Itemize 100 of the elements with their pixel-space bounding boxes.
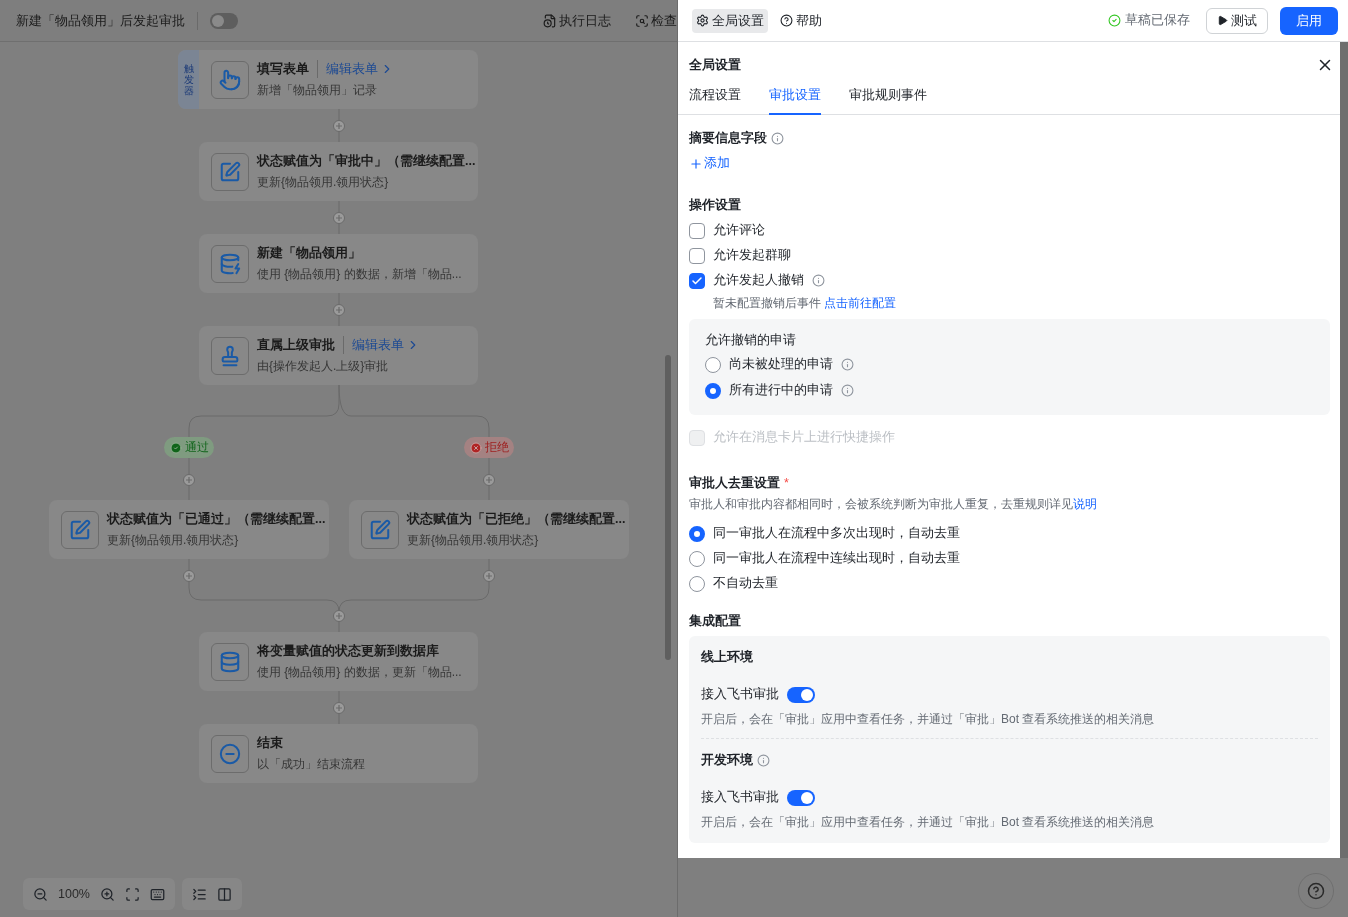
option-label: 允许在消息卡片上进行快捷操作 [713,429,895,446]
edit-form-link[interactable]: 编辑表单 [326,60,394,78]
explanation-link[interactable]: 说明 [1073,497,1097,511]
check-button[interactable]: 检查 [635,11,677,30]
node-title: 新建「物品领用」 [257,244,361,262]
scrollbar[interactable] [665,355,671,660]
flow-node-card[interactable]: 状态赋值为「审批中」（需继续配置... 更新{物品领用.领用状态} [199,142,478,201]
enable-button[interactable]: 启用 [1280,6,1338,35]
edit-variable-icon [69,518,91,541]
log-icon [543,13,557,28]
node-title: 状态赋值为「已通过」（需继续配置... [107,510,326,528]
environment-title: 线上环境 [701,648,753,666]
flow-node-card[interactable]: 状态赋值为「已通过」（需继续配置... 更新{物品领用.领用状态} [49,500,329,559]
edit-variable-icon [369,518,391,541]
radio-button[interactable] [689,525,705,542]
edit-variable-icon [219,160,241,183]
node-title: 将变量赋值的状态更新到数据库 [257,642,439,660]
keyboard-icon[interactable] [150,886,165,902]
setting-label: 接入飞书审批 [701,789,779,806]
info-icon[interactable] [757,753,770,767]
database-icon [219,650,241,673]
approval-toggle[interactable] [787,686,815,703]
add-step-icon[interactable] [183,474,195,486]
panel-icon[interactable] [217,886,232,902]
node-description: 由{操作发起人.上级}审批 [257,358,390,375]
approved-branch-label: 通过 [164,437,214,458]
add-step-icon[interactable] [333,304,345,316]
flow-node-card[interactable]: 直属上级审批 编辑表单 由{操作发起人.上级}审批 [199,326,478,385]
flow-node-card[interactable]: 结束 以「成功」结束流程 [199,724,478,783]
node-description: 以「成功」结束流程 [257,755,365,773]
option-label: 允许评论 [713,222,765,239]
flow-node-card[interactable]: 状态赋值为「已拒绝」（需继续配置... 更新{物品领用.领用状态} [349,500,629,559]
settings-tab[interactable]: 流程设置 [689,80,741,115]
help-tab[interactable]: 帮助 [776,8,826,33]
section-title: 操作设置 [689,196,741,214]
option-label: 尚未被处理的申请 [729,356,833,373]
edit-form-link[interactable]: 编辑表单 [352,336,420,354]
zoom-out-icon[interactable] [33,886,48,902]
checkbox[interactable] [689,272,705,289]
node-description: 新增「物品领用」记录 [257,82,378,99]
info-icon[interactable] [841,384,854,397]
node-title: 状态赋值为「已拒绝」（需继续配置... [407,510,626,528]
collapse-icon[interactable] [192,886,207,902]
execution-log-button[interactable]: 执行日志 [543,11,611,30]
option-label: 允许发起群聊 [713,247,791,264]
end-icon [219,742,241,765]
add-step-icon[interactable] [333,212,345,224]
zoom-level: 100% [58,887,90,901]
add-step-icon[interactable] [333,120,345,132]
node-title: 状态赋值为「审批中」（需继续配置... [257,152,476,170]
node-title: 直属上级审批 [257,336,335,354]
radio-button[interactable] [689,575,705,592]
database-add-icon [219,252,241,275]
plus-icon [689,156,703,171]
settings-tab[interactable]: 审批设置 [769,80,821,115]
settings-tab[interactable]: 审批规则事件 [849,80,927,115]
checkbox[interactable] [689,222,705,239]
add-step-icon[interactable] [483,570,495,582]
rejected-branch-label: 拒绝 [464,437,514,458]
node-description: 更新{物品领用.领用状态} [407,531,540,549]
help-button[interactable] [1298,873,1334,909]
node-description: 更新{物品领用.领用状态} [107,531,240,549]
global-settings-tab[interactable]: 全局设置 [692,8,768,33]
node-title: 填写表单 [257,60,309,78]
flow-node-card[interactable]: 新建「物品领用」 使用 {物品领用} 的数据，新增「物品... [199,234,478,293]
stamp-icon [219,344,241,367]
setting-description: 开启后，会在「审批」应用中查看任务，并通过「审批」Bot 查看系统推送的相关消息 [701,711,1156,728]
add-step-icon[interactable] [183,570,195,582]
radio-button[interactable] [705,356,721,373]
setting-description: 开启后，会在「审批」应用中查看任务，并通过「审批」Bot 查看系统推送的相关消息 [701,814,1156,831]
workflow-toggle[interactable] [210,12,238,29]
revoke-event-note: 暂未配置撤销后事件 点击前往配置 [712,293,898,313]
configure-link[interactable]: 点击前往配置 [824,294,897,312]
flow-node-card[interactable]: 触发器 填写表单 编辑表单 新增「物品领用」记录 [178,50,478,109]
checkbox[interactable] [689,247,705,264]
dedupe-description: 审批人和审批内容都相同时，会被系统判断为审批人重复，去重规则详见说明 [689,496,1098,513]
fit-view-icon[interactable] [125,886,140,902]
add-step-icon[interactable] [483,474,495,486]
info-icon[interactable] [812,274,825,287]
add-step-icon[interactable] [333,702,345,714]
test-button[interactable]: 测试 [1206,7,1268,34]
radio-button[interactable] [705,382,721,399]
info-icon[interactable] [841,358,854,371]
drawer-title: 全局设置 [689,56,741,74]
add-link[interactable]: 添加 [689,155,730,172]
info-icon[interactable] [771,131,784,145]
flow-node-card[interactable]: 将变量赋值的状态更新到数据库 使用 {物品领用} 的数据，更新「物品... [199,632,478,691]
approval-toggle[interactable] [787,789,815,806]
add-step-icon[interactable] [333,610,345,622]
check-icon [691,274,703,287]
option-label: 同一审批人在流程中多次出现时，自动去重 [713,525,960,542]
zoom-in-icon[interactable] [100,886,115,902]
setting-label: 接入飞书审批 [701,686,779,703]
option-label: 同一审批人在流程中连续出现时，自动去重 [713,550,960,567]
required-mark: * [784,476,789,490]
hand-pointer-icon [219,68,241,91]
option-label: 允许发起人撤销 [713,272,804,289]
radio-button[interactable] [689,550,705,567]
panel-title: 允许撤销的申请 [705,331,797,349]
scrollbar[interactable] [1340,42,1348,858]
